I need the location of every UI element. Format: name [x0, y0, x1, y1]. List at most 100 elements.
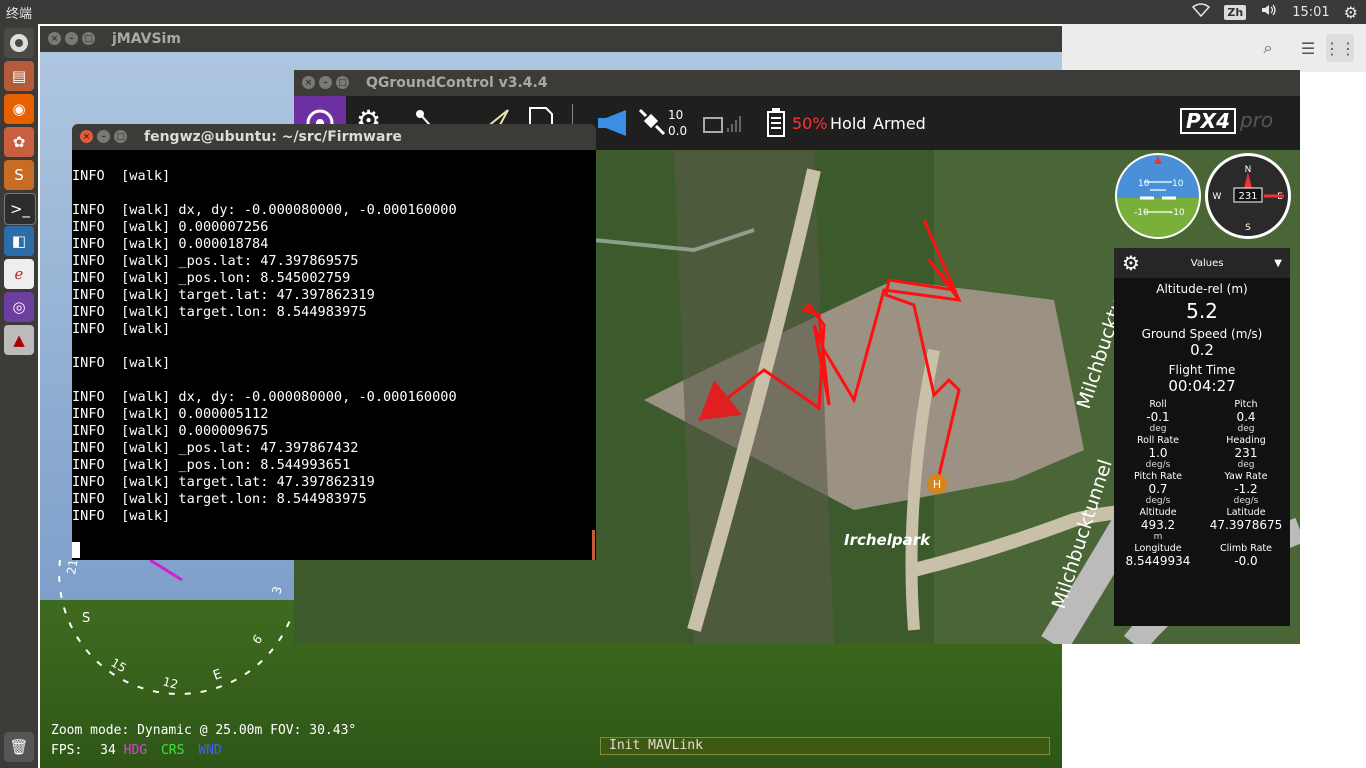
tool-icon[interactable]: ▲ — [4, 325, 34, 355]
value-cell: Latitude 47.3978675 — [1209, 507, 1283, 532]
compass-label: 21 — [64, 558, 80, 575]
alt-rel-label: Altitude-rel (m) — [1156, 282, 1248, 296]
flight-mode[interactable]: Hold — [830, 114, 866, 133]
compass-w: W — [1213, 192, 1222, 202]
app-icon[interactable]: ◧ — [4, 226, 34, 256]
compass-label: 12 — [161, 674, 179, 691]
ground-speed-value: 0.2 — [1190, 341, 1214, 359]
minimize-button[interactable]: – — [97, 130, 110, 143]
value-cell: Pitch 0.4 deg — [1234, 399, 1258, 434]
input-method-indicator[interactable]: Zh — [1224, 4, 1247, 20]
status-bar: Init MAVLink — [600, 737, 1050, 755]
value-cell: Roll -0.1 deg — [1146, 399, 1170, 434]
gps-satellite-icon[interactable] — [638, 108, 666, 142]
armed-status[interactable]: Armed — [873, 114, 926, 133]
terminal-output[interactable]: INFO [walk] INFO [walk] dx, dy: -0.00008… — [72, 150, 596, 560]
compass-rose: 21 S 15 12 E 6 3 — [58, 558, 291, 695]
grid-view-icon[interactable]: ⋮⋮ — [1324, 34, 1356, 62]
value-cell: Altitude 493.2 m — [1139, 507, 1177, 542]
value-cell: Pitch Rate 0.7 deg/s — [1134, 471, 1182, 506]
px4-logo: PX4 — [1180, 108, 1236, 134]
battery-icon[interactable] — [766, 108, 786, 142]
search-icon[interactable]: ⌕ — [1254, 34, 1282, 62]
minimize-button[interactable]: – — [319, 76, 332, 89]
maximize-button[interactable]: □ — [82, 32, 95, 45]
wnd-legend: WND — [198, 743, 222, 758]
wifi-icon[interactable] — [1192, 3, 1211, 21]
battery-percent: 50% — [792, 114, 828, 133]
terminal-line: INFO [walk] target.lat: 47.397862319 — [72, 287, 375, 303]
launcher: ▤ ◉ ✿ S >_ ◧ ℯ ◎ ▲ 🗑 — [0, 24, 38, 768]
messages-megaphone-icon[interactable] — [596, 108, 630, 142]
volume-icon[interactable] — [1260, 3, 1278, 21]
terminal-line: INFO [walk] _pos.lon: 8.545002759 — [72, 270, 351, 286]
terminal-icon[interactable]: >_ — [4, 193, 36, 225]
values-grid: Roll -0.1 deg Pitch 0.4 deg Roll Rate 1.0 deg/… — [1114, 399, 1290, 568]
pitch-label: 10 — [1172, 179, 1184, 189]
fps-label: FPS: — [51, 743, 83, 758]
value-cell: Longitude 8.5449934 — [1125, 543, 1191, 568]
attitude-indicator: 10 10 -10 -10 — [1115, 153, 1201, 239]
terminal-line: INFO [walk] 0.000005112 — [72, 406, 269, 422]
terminal-line: INFO [walk] _pos.lat: 47.397867432 — [72, 440, 359, 456]
pitch-label: 10 — [1138, 179, 1150, 189]
zoom-info: Zoom mode: Dynamic @ 25.00m FOV: 30.43° — [51, 723, 357, 738]
list-view-icon[interactable]: ☰ — [1294, 34, 1322, 62]
values-widget: ⚙ Values ▼ Altitude-rel (m) 5.2 Ground S… — [1114, 248, 1290, 626]
qgc-icon[interactable]: ◎ — [4, 292, 34, 322]
values-dropdown-icon[interactable]: ▼ — [1274, 258, 1282, 269]
window-title: fengwz@ubuntu: ~/src/Firmware — [144, 129, 402, 145]
close-button[interactable]: × — [48, 32, 61, 45]
home-marker-label: H — [933, 478, 941, 491]
terminal-line: INFO [walk] dx, dy: -0.000080000, -0.000… — [72, 202, 457, 218]
compass-label: S — [82, 611, 90, 626]
flight-time-label: Flight Time — [1168, 363, 1236, 377]
pitch-label: -10 — [1170, 208, 1185, 218]
store-icon[interactable]: S — [4, 160, 34, 190]
terminal-line: INFO [walk] — [72, 321, 171, 337]
values-title: Values — [1190, 257, 1224, 269]
window-title: jMAVSim — [112, 31, 181, 47]
compass-s: S — [1245, 223, 1251, 233]
ground-speed-label: Ground Speed (m/s) — [1141, 327, 1263, 341]
hdg-legend: HDG — [123, 743, 148, 758]
terminal-titlebar: × – □ fengwz@ubuntu: ~/src/Firmware — [72, 124, 596, 150]
compass-label: 6 — [250, 632, 266, 647]
terminal-line: INFO [walk] — [72, 355, 171, 371]
fps-row: FPS: 34 HDG CRS WND — [51, 743, 222, 758]
firefox-icon[interactable]: ◉ — [4, 94, 34, 124]
maximize-button[interactable]: □ — [336, 76, 349, 89]
ubuntu-icon[interactable] — [4, 28, 34, 58]
fps-value: 34 — [100, 743, 116, 758]
background-window-toolbar: ⌕ ☰ ⋮⋮ — [1062, 24, 1366, 72]
pitch-label: -10 — [1134, 208, 1149, 218]
clock[interactable]: 15:01 — [1292, 5, 1329, 20]
terminal-line: INFO [walk] target.lon: 8.544983975 — [72, 304, 367, 320]
terminal-scrollbar[interactable] — [592, 530, 595, 560]
values-header: ⚙ Values ▼ — [1114, 248, 1290, 278]
values-gear-icon[interactable]: ⚙ — [1122, 251, 1140, 275]
settings-icon[interactable]: ✿ — [4, 127, 34, 157]
close-button[interactable]: × — [302, 76, 315, 89]
editor-icon[interactable]: ℯ — [4, 259, 34, 289]
compass-label: 3 — [269, 585, 285, 596]
rc-signal-icon[interactable] — [702, 110, 750, 140]
files-icon[interactable]: ▤ — [4, 61, 34, 91]
top-panel: 终端 Zh 15:01 ⚙ — [0, 0, 1366, 24]
trash-icon[interactable]: 🗑 — [4, 732, 34, 762]
system-gear-icon[interactable]: ⚙ — [1344, 3, 1358, 22]
px4-pro-logo: pro — [1240, 108, 1274, 132]
minimize-button[interactable]: – — [65, 32, 78, 45]
terminal-line: INFO [walk] _pos.lat: 47.397869575 — [72, 253, 359, 269]
maximize-button[interactable]: □ — [114, 130, 127, 143]
active-app-title: 终端 — [6, 7, 33, 22]
close-button[interactable]: × — [80, 130, 93, 143]
terminal-line: INFO [walk] — [72, 168, 171, 184]
heading-indicator — [149, 558, 183, 582]
gps-satellite-count: 10 — [668, 108, 684, 122]
heading-readout: 231 — [1238, 191, 1257, 202]
terminal-line: INFO [walk] 0.000018784 — [72, 236, 269, 252]
